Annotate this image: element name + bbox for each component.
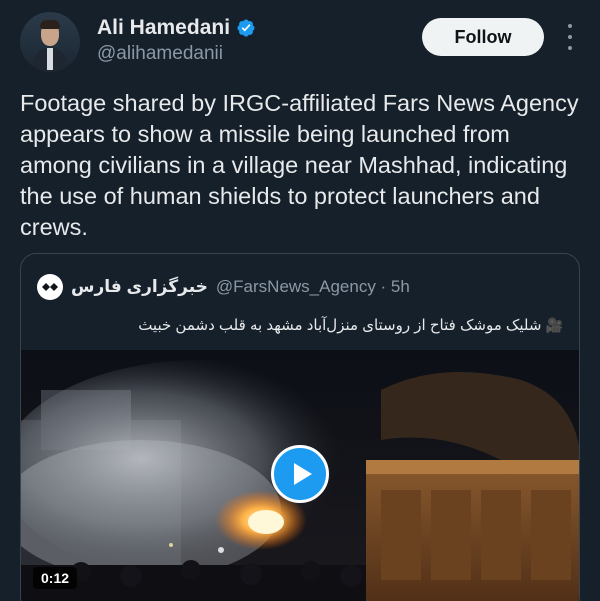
fars-logo-icon bbox=[42, 283, 58, 291]
quote-handle-time: @FarsNews_Agency · 5h bbox=[215, 277, 410, 296]
quoted-tweet[interactable]: خبرگزاری فارس @FarsNews_Agency · 5h 🎥 شل… bbox=[20, 253, 580, 601]
quote-header: خبرگزاری فارس @FarsNews_Agency · 5h bbox=[37, 274, 410, 300]
more-options-icon[interactable] bbox=[560, 24, 580, 50]
video-duration: 0:12 bbox=[33, 567, 78, 589]
author-avatar[interactable] bbox=[20, 12, 80, 72]
quote-author-name[interactable]: خبرگزاری فارس bbox=[71, 277, 208, 297]
tweet-text: Footage shared by IRGC-affiliated Fars N… bbox=[20, 90, 579, 240]
quote-video[interactable]: 0:12 bbox=[21, 350, 579, 601]
quote-avatar[interactable] bbox=[37, 274, 63, 300]
quote-text: 🎥 شلیک موشک فتاح از روستای منزل‌آباد مشه… bbox=[33, 316, 563, 334]
author-handle[interactable]: @alihamedanii bbox=[97, 43, 223, 65]
quote-text-body: شلیک موشک فتاح از روستای منزل‌آباد مشهد … bbox=[138, 317, 542, 334]
video-camera-icon: 🎥 bbox=[545, 317, 563, 333]
author-name-row: Ali Hamedani bbox=[97, 16, 256, 40]
verified-badge-icon bbox=[237, 19, 255, 37]
author-display-name[interactable]: Ali Hamedani bbox=[97, 16, 230, 40]
tweet-card: Ali Hamedani @alihamedanii Follow Footag… bbox=[0, 0, 600, 601]
follow-button[interactable]: Follow bbox=[422, 18, 544, 56]
play-button[interactable] bbox=[271, 445, 329, 503]
play-icon bbox=[293, 463, 312, 485]
